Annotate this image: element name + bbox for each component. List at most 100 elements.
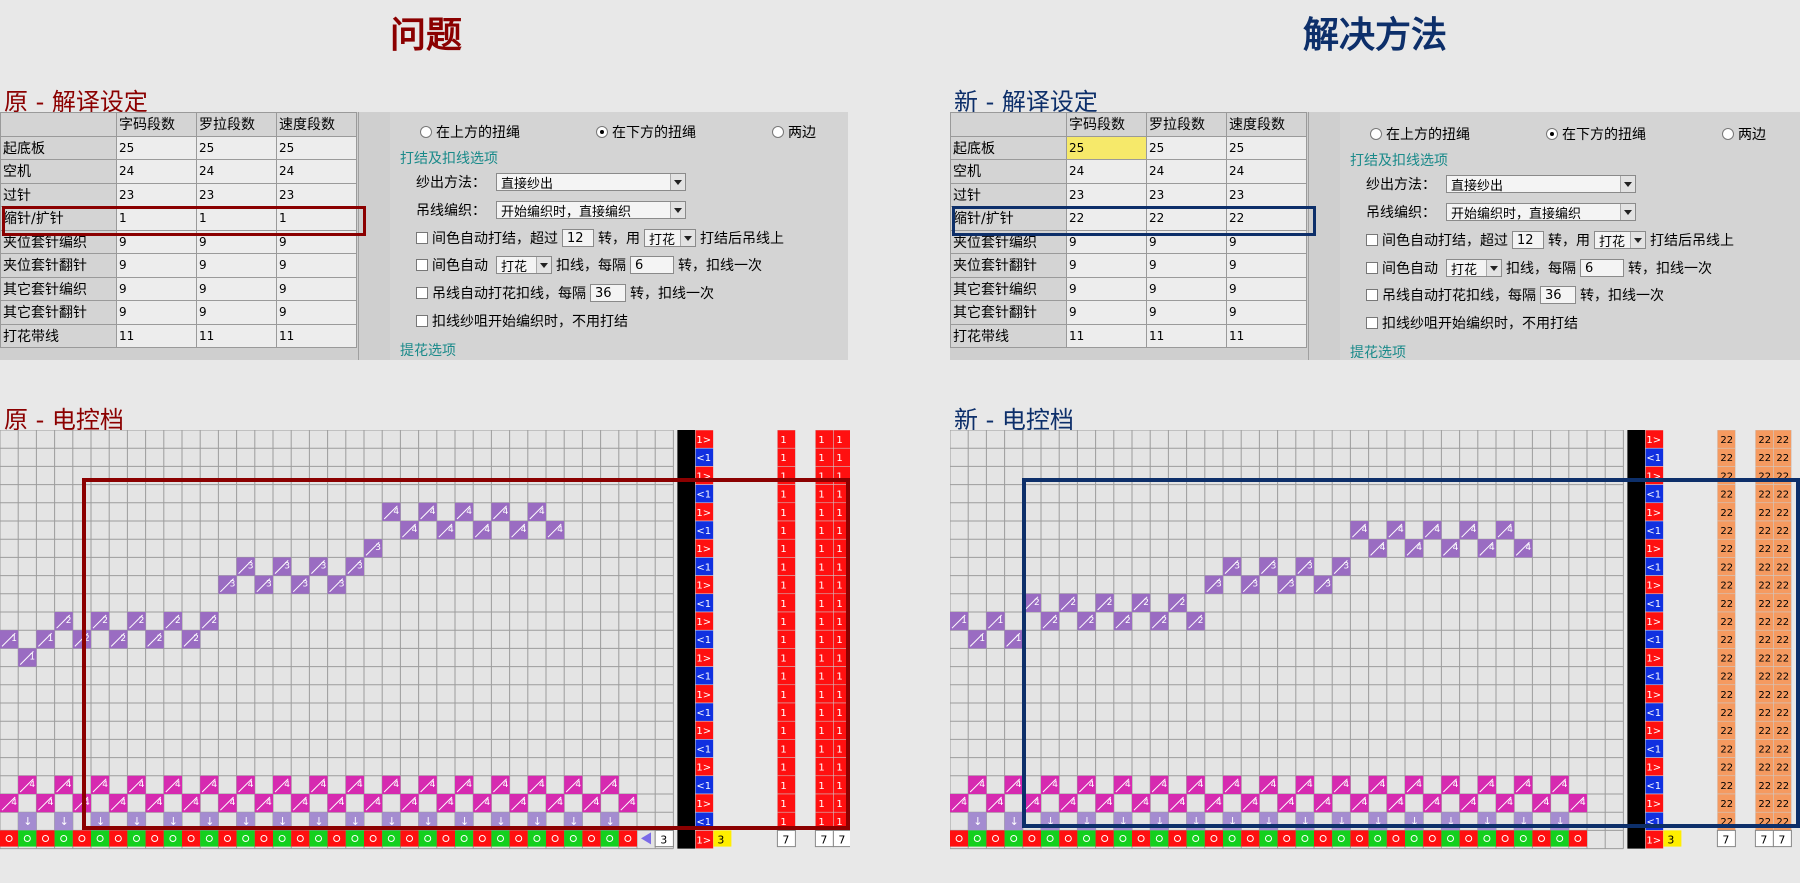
cell-value[interactable]: 25	[1146, 135, 1227, 160]
auto-tie-select[interactable]: 打花	[1446, 259, 1502, 278]
yarn-out-select[interactable]: 直接纱出	[496, 173, 686, 192]
auto-tie-checkbox[interactable]	[1366, 262, 1378, 274]
cell-value[interactable]: 11	[1226, 323, 1307, 348]
cell-value[interactable]: 11	[276, 323, 357, 348]
cell-value[interactable]: 9	[196, 276, 277, 301]
cell-value[interactable]: 9	[276, 253, 357, 278]
hang-tie-checkbox[interactable]	[416, 287, 428, 299]
bottom-cell	[91, 830, 110, 847]
cell-value[interactable]: 9	[1066, 276, 1147, 301]
row-label: 夹位套针编织	[0, 229, 117, 254]
left-arrow-icon: <1	[696, 781, 711, 792]
cell-value[interactable]: 25	[1066, 135, 1147, 160]
cell-value[interactable]: 11	[196, 323, 277, 348]
cell-value[interactable]: 9	[1146, 276, 1227, 301]
radio-lower[interactable]	[1546, 128, 1558, 140]
cell-value[interactable]: 11	[1146, 323, 1227, 348]
speed-value: 22	[1720, 744, 1733, 755]
radio-upper[interactable]	[1370, 128, 1382, 140]
cell-value[interactable]: 9	[1226, 276, 1307, 301]
auto-knot-select[interactable]: 打花	[644, 229, 696, 248]
speed-value: 1	[836, 435, 842, 446]
cell-value[interactable]: 24	[1146, 159, 1227, 184]
bottom-cell	[382, 830, 401, 847]
auto-tie-input[interactable]: 6	[1580, 259, 1624, 277]
auto-knot-checkbox[interactable]	[416, 232, 428, 244]
auto-tie-select[interactable]: 打花	[496, 256, 552, 275]
cell-value[interactable]: 11	[116, 323, 197, 348]
auto-knot-checkbox[interactable]	[1366, 234, 1378, 246]
cell-value[interactable]: 9	[1226, 229, 1307, 254]
cell-value[interactable]: 9	[1146, 229, 1227, 254]
cell-value[interactable]: 22	[1066, 206, 1147, 231]
cell-value[interactable]: 9	[276, 229, 357, 254]
cell-value[interactable]: 24	[1226, 159, 1307, 184]
cell-value[interactable]: 9	[1226, 253, 1307, 278]
cell-value[interactable]: 1	[276, 206, 357, 231]
stitch-label: 4	[339, 798, 345, 808]
auto-tie-post: 转，扣线一次	[1628, 261, 1712, 277]
cell-value[interactable]: 9	[276, 300, 357, 325]
stitch-label: 4	[175, 780, 181, 790]
cell-value[interactable]: 22	[1226, 206, 1307, 231]
no-knot-checkbox[interactable]	[1366, 317, 1378, 329]
cell-value[interactable]: 1	[196, 206, 277, 231]
auto-knot-select[interactable]: 打花	[1594, 231, 1646, 250]
cell-value[interactable]: 9	[276, 276, 357, 301]
cell-value[interactable]: 9	[196, 229, 277, 254]
cell-value[interactable]: 23	[276, 182, 357, 207]
cell-value[interactable]: 9	[116, 253, 197, 278]
hang-select[interactable]: 开始编织时，直接编织	[496, 201, 686, 220]
cell-value[interactable]: 25	[196, 135, 277, 160]
hang-tie-text: 吊线自动打花扣线，每隔	[432, 286, 586, 302]
hang-tie-checkbox[interactable]	[1366, 289, 1378, 301]
cell-value[interactable]: 23	[1066, 182, 1147, 207]
speed-value: 1	[818, 508, 824, 519]
cell-value[interactable]: 23	[1226, 182, 1307, 207]
radio-both[interactable]	[772, 126, 784, 138]
cell-value[interactable]: 24	[1066, 159, 1147, 184]
cell-value[interactable]: 25	[116, 135, 197, 160]
radio-lower[interactable]	[596, 126, 608, 138]
hang-tie-input[interactable]: 36	[590, 284, 626, 302]
cell-value[interactable]: 23	[1146, 182, 1227, 207]
cell-value[interactable]: 9	[1146, 253, 1227, 278]
cell-value[interactable]: 23	[116, 182, 197, 207]
cell-value[interactable]: 9	[1066, 253, 1147, 278]
auto-tie-input[interactable]: 6	[630, 256, 674, 274]
cell-value[interactable]: 9	[1146, 300, 1227, 325]
cell-value[interactable]: 9	[196, 300, 277, 325]
no-knot-checkbox[interactable]	[416, 315, 428, 327]
cell-value[interactable]: 9	[1226, 300, 1307, 325]
auto-tie-checkbox[interactable]	[416, 259, 428, 271]
cell-value[interactable]: 22	[1146, 206, 1227, 231]
auto-knot-input[interactable]: 12	[1512, 231, 1544, 249]
left-arrow-icon: <1	[696, 490, 711, 501]
row-label: 过针	[950, 182, 1067, 207]
stitch-label: 4	[1143, 798, 1149, 808]
yarn-out-select[interactable]: 直接纱出	[1446, 175, 1636, 194]
cell-value[interactable]: 9	[1066, 300, 1147, 325]
cell-value[interactable]: 24	[196, 159, 277, 184]
cell-value[interactable]: 23	[196, 182, 277, 207]
left-arrow-icon: <1	[696, 562, 711, 573]
cell-value[interactable]: 9	[116, 300, 197, 325]
hang-tie-input[interactable]: 36	[1540, 286, 1576, 304]
cell-value[interactable]: 24	[116, 159, 197, 184]
cell-value[interactable]: 9	[116, 276, 197, 301]
chevron-down-icon	[1620, 176, 1635, 192]
cell-value[interactable]: 9	[1066, 229, 1147, 254]
cell-value[interactable]: 11	[1066, 323, 1147, 348]
hang-select[interactable]: 开始编织时，直接编织	[1446, 203, 1636, 222]
cell-value[interactable]: 25	[276, 135, 357, 160]
cell-value[interactable]: 1	[116, 206, 197, 231]
speed-value: 1	[818, 635, 824, 646]
cell-value[interactable]: 25	[1226, 135, 1307, 160]
right-arrow-icon: 1>	[696, 726, 711, 737]
radio-upper[interactable]	[420, 126, 432, 138]
cell-value[interactable]: 9	[196, 253, 277, 278]
radio-both[interactable]	[1722, 128, 1734, 140]
cell-value[interactable]: 24	[276, 159, 357, 184]
cell-value[interactable]: 9	[116, 229, 197, 254]
auto-knot-input[interactable]: 12	[562, 229, 594, 247]
